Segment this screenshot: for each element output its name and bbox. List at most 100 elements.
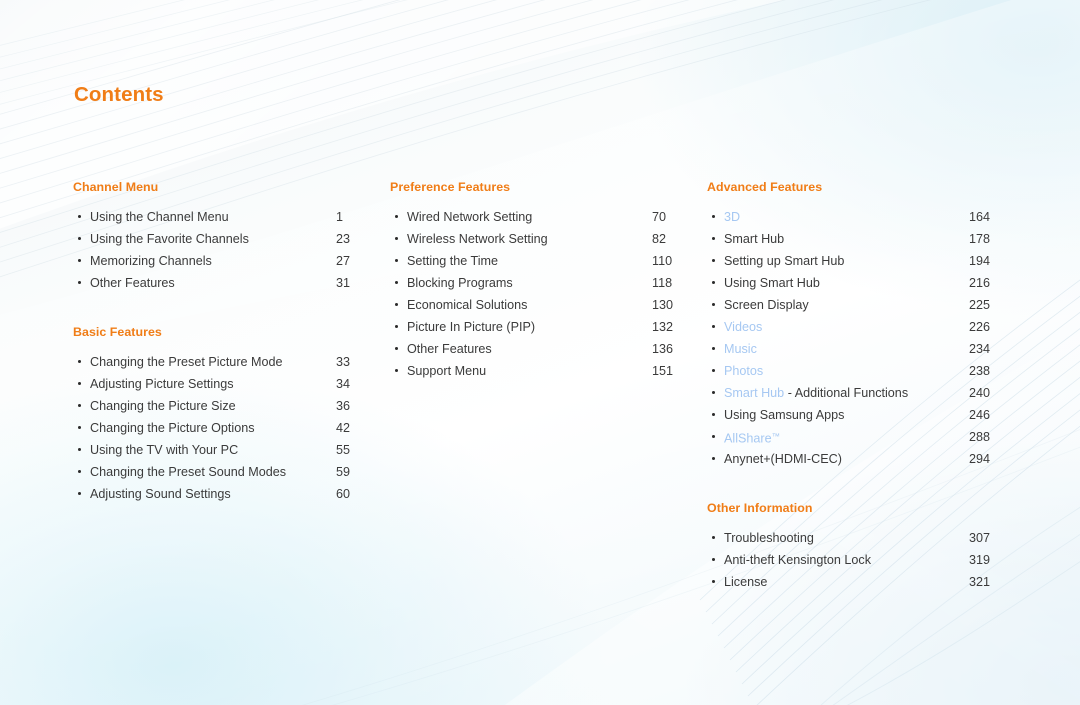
toc-entry[interactable]: Using the Channel Menu 1 bbox=[73, 206, 373, 228]
toc-entry[interactable]: Screen Display 225 bbox=[707, 294, 1007, 316]
toc-entry[interactable]: Using the Favorite Channels 23 bbox=[73, 228, 373, 250]
toc-entry[interactable]: Changing the Preset Picture Mode 33 bbox=[73, 351, 373, 373]
toc-entry[interactable]: Smart Hub 178 bbox=[707, 228, 1007, 250]
toc-entry-label[interactable]: Other Features bbox=[90, 272, 175, 294]
bullet-icon bbox=[712, 413, 716, 417]
toc-entry-page-number: 216 bbox=[969, 276, 991, 290]
toc-label-part: ™ bbox=[771, 432, 780, 441]
toc-entry-page-number: 59 bbox=[336, 465, 351, 479]
toc-entry[interactable]: Setting up Smart Hub 194 bbox=[707, 250, 1007, 272]
toc-entry-page-number: 36 bbox=[336, 399, 351, 413]
toc-entry-label[interactable]: Economical Solutions bbox=[407, 294, 527, 316]
toc-entry[interactable]: Changing the Picture Options 42 bbox=[73, 417, 373, 439]
toc-entry[interactable]: Economical Solutions 130 bbox=[390, 294, 690, 316]
toc-entry-label[interactable]: Setting the Time bbox=[407, 250, 498, 272]
toc-entry-label[interactable]: Anti-theft Kensington Lock bbox=[724, 549, 871, 571]
toc-entry-page-number: 238 bbox=[969, 364, 991, 378]
toc-section: Preference Features Wired Network Setting… bbox=[390, 180, 690, 382]
toc-entry[interactable]: 3D 164 bbox=[707, 206, 1007, 228]
toc-entry-label[interactable]: Blocking Programs bbox=[407, 272, 513, 294]
toc-entry-page-number: 307 bbox=[969, 531, 991, 545]
toc-entry[interactable]: Music 234 bbox=[707, 338, 1007, 360]
toc-entry[interactable]: Adjusting Sound Settings 60 bbox=[73, 483, 373, 505]
section-heading: Basic Features bbox=[73, 325, 162, 339]
bullet-icon bbox=[78, 470, 82, 474]
toc-entry[interactable]: Anynet+(HDMI-CEC) 294 bbox=[707, 448, 1007, 470]
toc-entry-label[interactable]: Troubleshooting bbox=[724, 527, 814, 549]
toc-entry-label[interactable]: Memorizing Channels bbox=[90, 250, 212, 272]
toc-entry[interactable]: Adjusting Picture Settings 34 bbox=[73, 373, 373, 395]
toc-entry-label[interactable]: Videos bbox=[724, 316, 762, 338]
toc-entry-label[interactable]: Wireless Network Setting bbox=[407, 228, 548, 250]
toc-entry[interactable]: Blocking Programs 118 bbox=[390, 272, 690, 294]
toc-entry-page-number: 288 bbox=[969, 430, 991, 444]
toc-entry[interactable]: Wireless Network Setting 82 bbox=[390, 228, 690, 250]
bullet-icon bbox=[712, 536, 716, 540]
toc-entry-page-number: 110 bbox=[652, 254, 673, 268]
toc-entry-page-number: 34 bbox=[336, 377, 351, 391]
bullet-icon bbox=[712, 435, 716, 439]
toc-entry-label[interactable]: Changing the Picture Options bbox=[90, 417, 255, 439]
toc-entry[interactable]: Setting the Time 110 bbox=[390, 250, 690, 272]
toc-entry[interactable]: Wired Network Setting 70 bbox=[390, 206, 690, 228]
toc-entry[interactable]: Anti-theft Kensington Lock 319 bbox=[707, 549, 1007, 571]
toc-entry-label[interactable]: Using the Favorite Channels bbox=[90, 228, 249, 250]
toc-entry-page-number: 55 bbox=[336, 443, 351, 457]
toc-entry-label[interactable]: Smart Hub - Additional Functions bbox=[724, 382, 908, 404]
bullet-icon bbox=[712, 347, 716, 351]
toc-entry-page-number: 82 bbox=[652, 232, 667, 246]
toc-entry-label[interactable]: 3D bbox=[724, 206, 740, 228]
contents-body: Contents Channel Menu Using the Channel M… bbox=[0, 0, 1080, 705]
toc-entry-label[interactable]: Other Features bbox=[407, 338, 492, 360]
toc-entry-label[interactable]: Anynet+(HDMI-CEC) bbox=[724, 448, 842, 470]
toc-entry-label[interactable]: Adjusting Sound Settings bbox=[90, 483, 231, 505]
toc-entry-page-number: 294 bbox=[969, 452, 991, 466]
toc-entry[interactable]: Troubleshooting 307 bbox=[707, 527, 1007, 549]
toc-entry-label[interactable]: Adjusting Picture Settings bbox=[90, 373, 234, 395]
toc-entry[interactable]: Changing the Preset Sound Modes 59 bbox=[73, 461, 373, 483]
toc-entry[interactable]: License 321 bbox=[707, 571, 1007, 593]
toc-entry-label[interactable]: Photos bbox=[724, 360, 763, 382]
toc-entry-page-number: 23 bbox=[336, 232, 351, 246]
toc-entry-label[interactable]: AllShare™ bbox=[724, 426, 780, 449]
toc-entry[interactable]: Other Features 136 bbox=[390, 338, 690, 360]
toc-entry-label[interactable]: Using the TV with Your PC bbox=[90, 439, 238, 461]
toc-entry[interactable]: AllShare™ 288 bbox=[707, 426, 1007, 448]
toc-entry[interactable]: Memorizing Channels 27 bbox=[73, 250, 373, 272]
toc-entry[interactable]: Other Features 31 bbox=[73, 272, 373, 294]
toc-entry[interactable]: Using Samsung Apps 246 bbox=[707, 404, 1007, 426]
bullet-icon bbox=[712, 237, 716, 241]
toc-entry-page-number: 33 bbox=[336, 355, 351, 369]
toc-entry-label[interactable]: Using the Channel Menu bbox=[90, 206, 229, 228]
toc-entry-label[interactable]: Using Smart Hub bbox=[724, 272, 820, 294]
toc-entry-label[interactable]: Using Samsung Apps bbox=[724, 404, 844, 426]
toc-entry[interactable]: Photos 238 bbox=[707, 360, 1007, 382]
toc-entry-label[interactable]: Screen Display bbox=[724, 294, 809, 316]
toc-entry[interactable]: Support Menu 151 bbox=[390, 360, 690, 382]
toc-entry-label[interactable]: Music bbox=[724, 338, 757, 360]
column-right: Advanced Features 3D 164 Smart Hub 178 Settin… bbox=[707, 180, 1007, 593]
toc-entry-label[interactable]: Picture In Picture (PIP) bbox=[407, 316, 535, 338]
column-left: Channel Menu Using the Channel Menu 1 Using… bbox=[73, 180, 373, 505]
toc-entry-page-number: 151 bbox=[652, 364, 674, 378]
toc-entry-label[interactable]: Changing the Preset Sound Modes bbox=[90, 461, 286, 483]
toc-entry-label[interactable]: Support Menu bbox=[407, 360, 486, 382]
toc-entry-label[interactable]: Wired Network Setting bbox=[407, 206, 532, 228]
toc-entry[interactable]: Using Smart Hub 216 bbox=[707, 272, 1007, 294]
bullet-icon bbox=[712, 259, 716, 263]
toc-list: Using the Channel Menu 1 Using the Favorit… bbox=[73, 206, 373, 294]
toc-entry[interactable]: Using the TV with Your PC 55 bbox=[73, 439, 373, 461]
toc-entry-label[interactable]: Changing the Picture Size bbox=[90, 395, 236, 417]
toc-entry-page-number: 60 bbox=[336, 487, 351, 501]
toc-entry-label[interactable]: Smart Hub bbox=[724, 228, 784, 250]
toc-entry[interactable]: Picture In Picture (PIP) 132 bbox=[390, 316, 690, 338]
toc-entry-label[interactable]: Setting up Smart Hub bbox=[724, 250, 844, 272]
toc-entry[interactable]: Changing the Picture Size 36 bbox=[73, 395, 373, 417]
toc-entry-label[interactable]: Changing the Preset Picture Mode bbox=[90, 351, 283, 373]
toc-entry-page-number: 246 bbox=[969, 408, 991, 422]
toc-entry-label[interactable]: License bbox=[724, 571, 767, 593]
bullet-icon bbox=[395, 347, 399, 351]
bullet-icon bbox=[395, 281, 399, 285]
toc-entry[interactable]: Videos 226 bbox=[707, 316, 1007, 338]
toc-entry[interactable]: Smart Hub - Additional Functions 240 bbox=[707, 382, 1007, 404]
